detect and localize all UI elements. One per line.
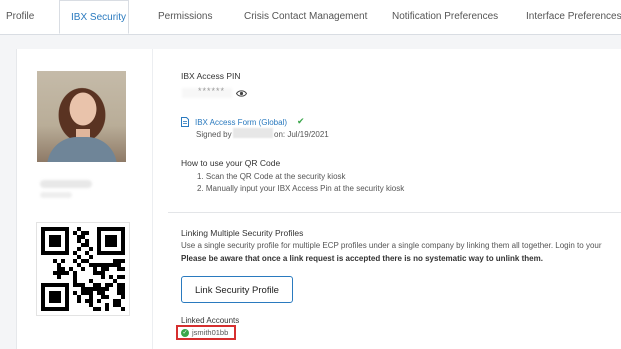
blurred-user-name	[40, 180, 92, 188]
signed-on-date: on: Jul/19/2021	[274, 130, 329, 139]
pin-label: IBX Access PIN	[181, 71, 241, 81]
tab-interface-preferences[interactable]: Interface Preferences	[526, 0, 621, 34]
qr-code	[36, 222, 130, 316]
avatar	[37, 71, 126, 162]
check-icon: ✔	[297, 116, 305, 126]
qr-heading: How to use your QR Code	[181, 158, 281, 168]
linking-warning: Please be aware that once a link request…	[181, 254, 543, 263]
tab-bar: Profile IBX Security Permissions Crisis …	[0, 0, 621, 35]
tab-permissions[interactable]: Permissions	[158, 0, 212, 34]
tab-crisis-contact-management[interactable]: Crisis Contact Management	[244, 0, 367, 34]
column-divider	[152, 49, 153, 349]
linked-account-name: jsmith01bb	[192, 328, 229, 337]
ibx-access-form-link[interactable]: IBX Access Form (Global)	[195, 118, 287, 127]
blurred-user-subtitle	[40, 192, 72, 198]
tab-ibx-security[interactable]: IBX Security	[59, 0, 129, 34]
linking-description: Use a single security profile for multip…	[181, 241, 602, 250]
qr-code-graphic	[41, 227, 125, 311]
tab-profile[interactable]: Profile	[6, 0, 34, 34]
linked-accounts-label: Linked Accounts	[181, 316, 240, 325]
eye-icon[interactable]	[236, 89, 247, 98]
document-icon	[181, 117, 189, 127]
qr-step-2: 2. Manually input your IBX Access Pin at…	[197, 184, 405, 193]
blurred-signer-name	[233, 128, 273, 138]
tab-notification-preferences[interactable]: Notification Preferences	[392, 0, 498, 34]
section-divider	[168, 212, 621, 213]
signed-by-label: Signed by	[196, 130, 232, 139]
check-circle-icon: ✓	[181, 329, 189, 337]
linking-heading: Linking Multiple Security Profiles	[181, 228, 304, 238]
pin-value: ******	[198, 86, 226, 96]
link-security-profile-button[interactable]: Link Security Profile	[181, 276, 293, 303]
linked-account-item[interactable]: ✓ jsmith01bb	[176, 325, 236, 340]
qr-step-1: 1. Scan the QR Code at the security kios…	[197, 172, 346, 181]
